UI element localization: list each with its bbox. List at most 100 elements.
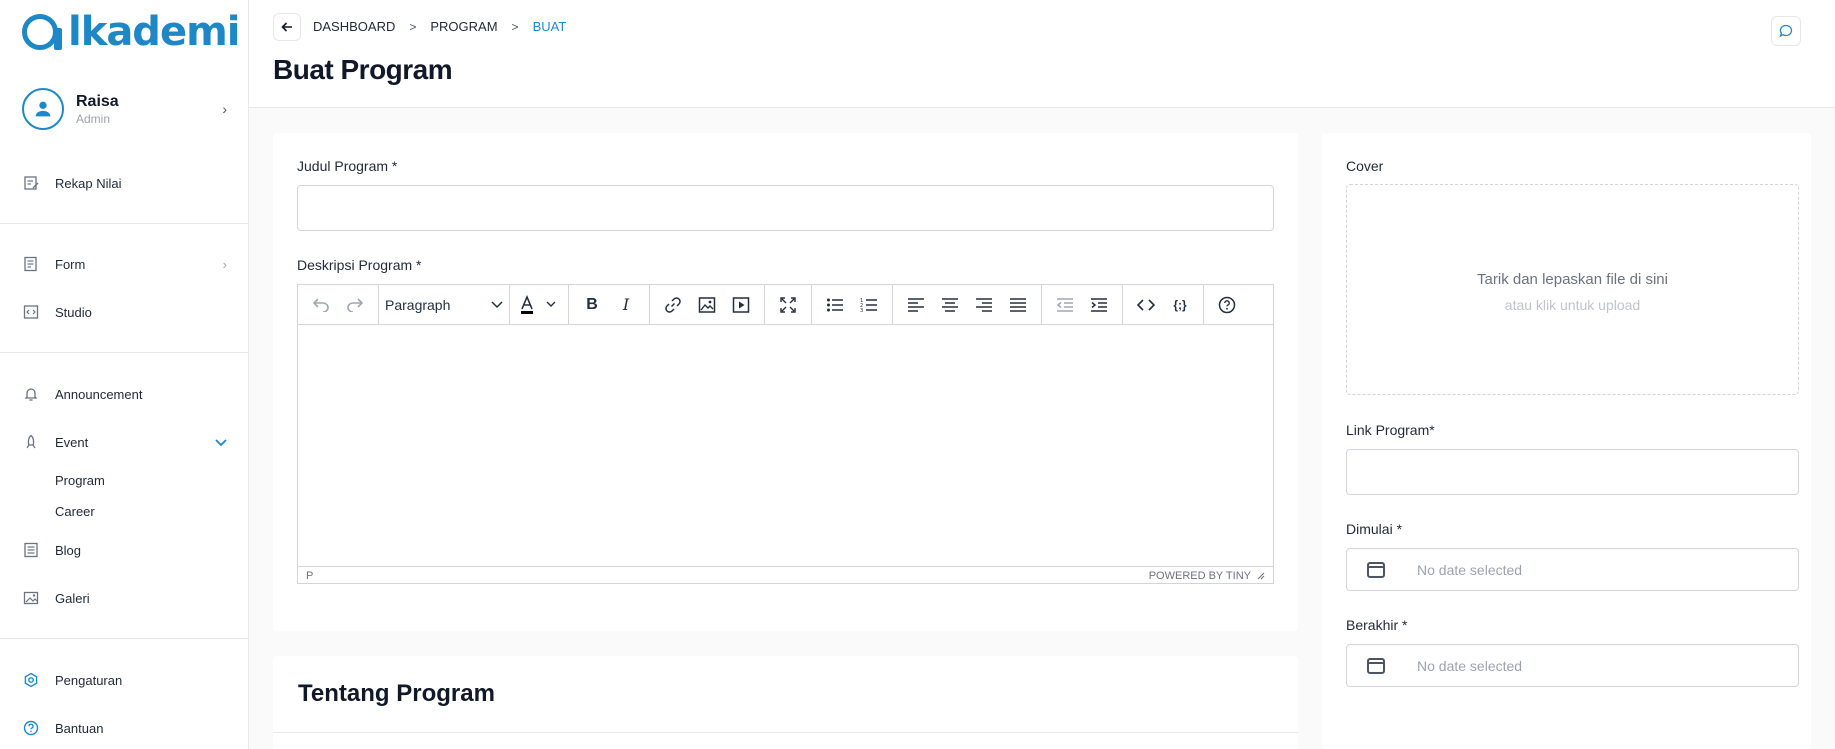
chevron-down-icon bbox=[491, 300, 503, 308]
italic-icon[interactable]: I bbox=[609, 290, 643, 320]
rich-text-editor: Paragraph B I 123 {;} P POWERED BY TINY bbox=[297, 284, 1274, 584]
sidebar-item-label: Blog bbox=[55, 542, 82, 558]
judul-program-label: Judul Program * bbox=[297, 158, 398, 174]
editor-content-area[interactable] bbox=[298, 325, 1273, 566]
text-color-icon[interactable] bbox=[516, 290, 562, 320]
gear-icon bbox=[22, 671, 40, 689]
fullscreen-icon[interactable] bbox=[771, 290, 805, 320]
sidebar-item-label: Event bbox=[55, 434, 89, 450]
sidebar-item-label: Galeri bbox=[55, 590, 90, 606]
cover-label: Cover bbox=[1346, 158, 1384, 174]
element-path[interactable]: P bbox=[306, 570, 313, 582]
block-format-select[interactable]: Paragraph bbox=[379, 297, 509, 313]
back-button[interactable] bbox=[273, 13, 301, 41]
editor-statusbar: P POWERED BY TINY bbox=[298, 566, 1273, 584]
alpha-logo-icon bbox=[22, 14, 62, 50]
chat-button[interactable] bbox=[1771, 16, 1801, 46]
page-header: DASHBOARD > PROGRAM > BUAT Buat Program bbox=[249, 0, 1835, 108]
indent-icon[interactable] bbox=[1082, 290, 1116, 320]
avatar bbox=[22, 88, 64, 130]
source-code-icon[interactable] bbox=[1129, 290, 1163, 320]
sidebar-item-bantuan[interactable]: Bantuan bbox=[22, 716, 227, 740]
svg-text:3: 3 bbox=[860, 308, 863, 313]
chat-icon bbox=[1779, 24, 1793, 38]
redo-icon[interactable] bbox=[338, 290, 372, 320]
sidebar-item-studio[interactable]: Studio bbox=[22, 300, 227, 324]
help-icon[interactable] bbox=[1210, 290, 1244, 320]
end-date-label: Berakhir * bbox=[1346, 617, 1408, 633]
edit-note-icon bbox=[22, 174, 40, 192]
align-right-icon[interactable] bbox=[967, 290, 1001, 320]
cover-dropzone[interactable]: Tarik dan lepaskan file di sini atau kli… bbox=[1346, 184, 1799, 395]
sidebar-subitem-program[interactable]: Program bbox=[55, 473, 105, 488]
breadcrumb-buat: BUAT bbox=[532, 19, 567, 34]
brand-logo[interactable]: lkademi bbox=[22, 9, 240, 55]
chevron-right-icon: › bbox=[222, 256, 227, 272]
chevron-down-icon bbox=[215, 435, 227, 450]
breadcrumb: DASHBOARD > PROGRAM > BUAT bbox=[313, 19, 566, 34]
sidebar-item-label: Pengaturan bbox=[55, 672, 123, 688]
start-date-placeholder: No date selected bbox=[1417, 561, 1523, 578]
align-justify-icon[interactable] bbox=[1001, 290, 1035, 320]
page-title: Buat Program bbox=[273, 54, 453, 85]
numbered-list-icon[interactable]: 123 bbox=[852, 290, 886, 320]
chevron-right-icon: > bbox=[511, 19, 519, 34]
resize-handle-icon[interactable] bbox=[1257, 572, 1265, 580]
bold-icon[interactable]: B bbox=[575, 290, 609, 320]
user-profile[interactable]: Raisa Admin › bbox=[22, 88, 227, 130]
link-icon[interactable] bbox=[656, 290, 690, 320]
align-left-icon[interactable] bbox=[899, 290, 933, 320]
tentang-program-card: Tentang Program bbox=[273, 656, 1298, 749]
section-title: Tentang Program bbox=[298, 680, 495, 707]
sidebar-item-pengaturan[interactable]: Pengaturan bbox=[22, 668, 227, 692]
image-icon[interactable] bbox=[690, 290, 724, 320]
sidebar-item-galeri[interactable]: Galeri bbox=[22, 586, 227, 610]
chevron-right-icon: › bbox=[222, 101, 227, 117]
block-format-value: Paragraph bbox=[385, 296, 451, 313]
link-program-label: Link Program* bbox=[1346, 422, 1435, 438]
sidebar-divider bbox=[0, 352, 249, 353]
deskripsi-program-label: Deskripsi Program * bbox=[297, 257, 422, 273]
end-date-picker[interactable]: No date selected bbox=[1346, 644, 1799, 687]
program-form-card: Judul Program * Deskripsi Program * Para… bbox=[273, 133, 1298, 631]
code-icon bbox=[22, 303, 40, 321]
sidebar-subitem-career[interactable]: Career bbox=[55, 504, 95, 519]
powered-by-label[interactable]: POWERED BY TINY bbox=[1149, 570, 1251, 582]
user-icon bbox=[35, 101, 51, 117]
editor-toolbar: Paragraph B I 123 {;} bbox=[298, 285, 1273, 325]
outdent-icon[interactable] bbox=[1048, 290, 1082, 320]
user-name: Raisa bbox=[76, 92, 119, 110]
breadcrumb-dashboard[interactable]: DASHBOARD bbox=[313, 19, 395, 34]
sidebar-item-label: Form bbox=[55, 256, 86, 272]
form-icon bbox=[22, 255, 40, 273]
code-sample-icon[interactable]: {;} bbox=[1163, 290, 1197, 320]
program-meta-card: Cover Tarik dan lepaskan file di sini at… bbox=[1322, 133, 1811, 749]
section-divider bbox=[273, 732, 1298, 733]
sidebar-item-form[interactable]: Form › bbox=[22, 252, 227, 276]
brand-logo-text: lkademi bbox=[68, 9, 240, 55]
dropzone-subtext: atau klik untuk upload bbox=[1504, 297, 1641, 313]
sidebar-item-label: Announcement bbox=[55, 386, 143, 402]
sidebar-item-rekap-nilai[interactable]: Rekap Nilai bbox=[22, 171, 227, 195]
sidebar-divider bbox=[0, 638, 249, 639]
sidebar-item-announcement[interactable]: Announcement bbox=[22, 382, 227, 406]
sidebar-item-blog[interactable]: Blog bbox=[22, 538, 227, 562]
breadcrumb-program[interactable]: PROGRAM bbox=[430, 19, 497, 34]
media-icon[interactable] bbox=[724, 290, 758, 320]
chevron-right-icon: > bbox=[409, 19, 417, 34]
end-date-placeholder: No date selected bbox=[1417, 657, 1523, 674]
link-program-input[interactable] bbox=[1346, 449, 1799, 495]
bullet-list-icon[interactable] bbox=[818, 290, 852, 320]
user-role: Admin bbox=[76, 111, 111, 126]
sidebar-item-event[interactable]: Event bbox=[22, 430, 227, 454]
sidebar-divider bbox=[0, 223, 249, 224]
align-center-icon[interactable] bbox=[933, 290, 967, 320]
judul-program-input[interactable] bbox=[297, 185, 1274, 231]
rocket-icon bbox=[22, 433, 40, 451]
sidebar-item-label: Bantuan bbox=[55, 720, 104, 736]
start-date-label: Dimulai * bbox=[1346, 521, 1403, 537]
undo-icon[interactable] bbox=[304, 290, 338, 320]
sidebar-item-label: Rekap Nilai bbox=[55, 175, 122, 191]
start-date-picker[interactable]: No date selected bbox=[1346, 548, 1799, 591]
gallery-icon bbox=[22, 589, 40, 607]
